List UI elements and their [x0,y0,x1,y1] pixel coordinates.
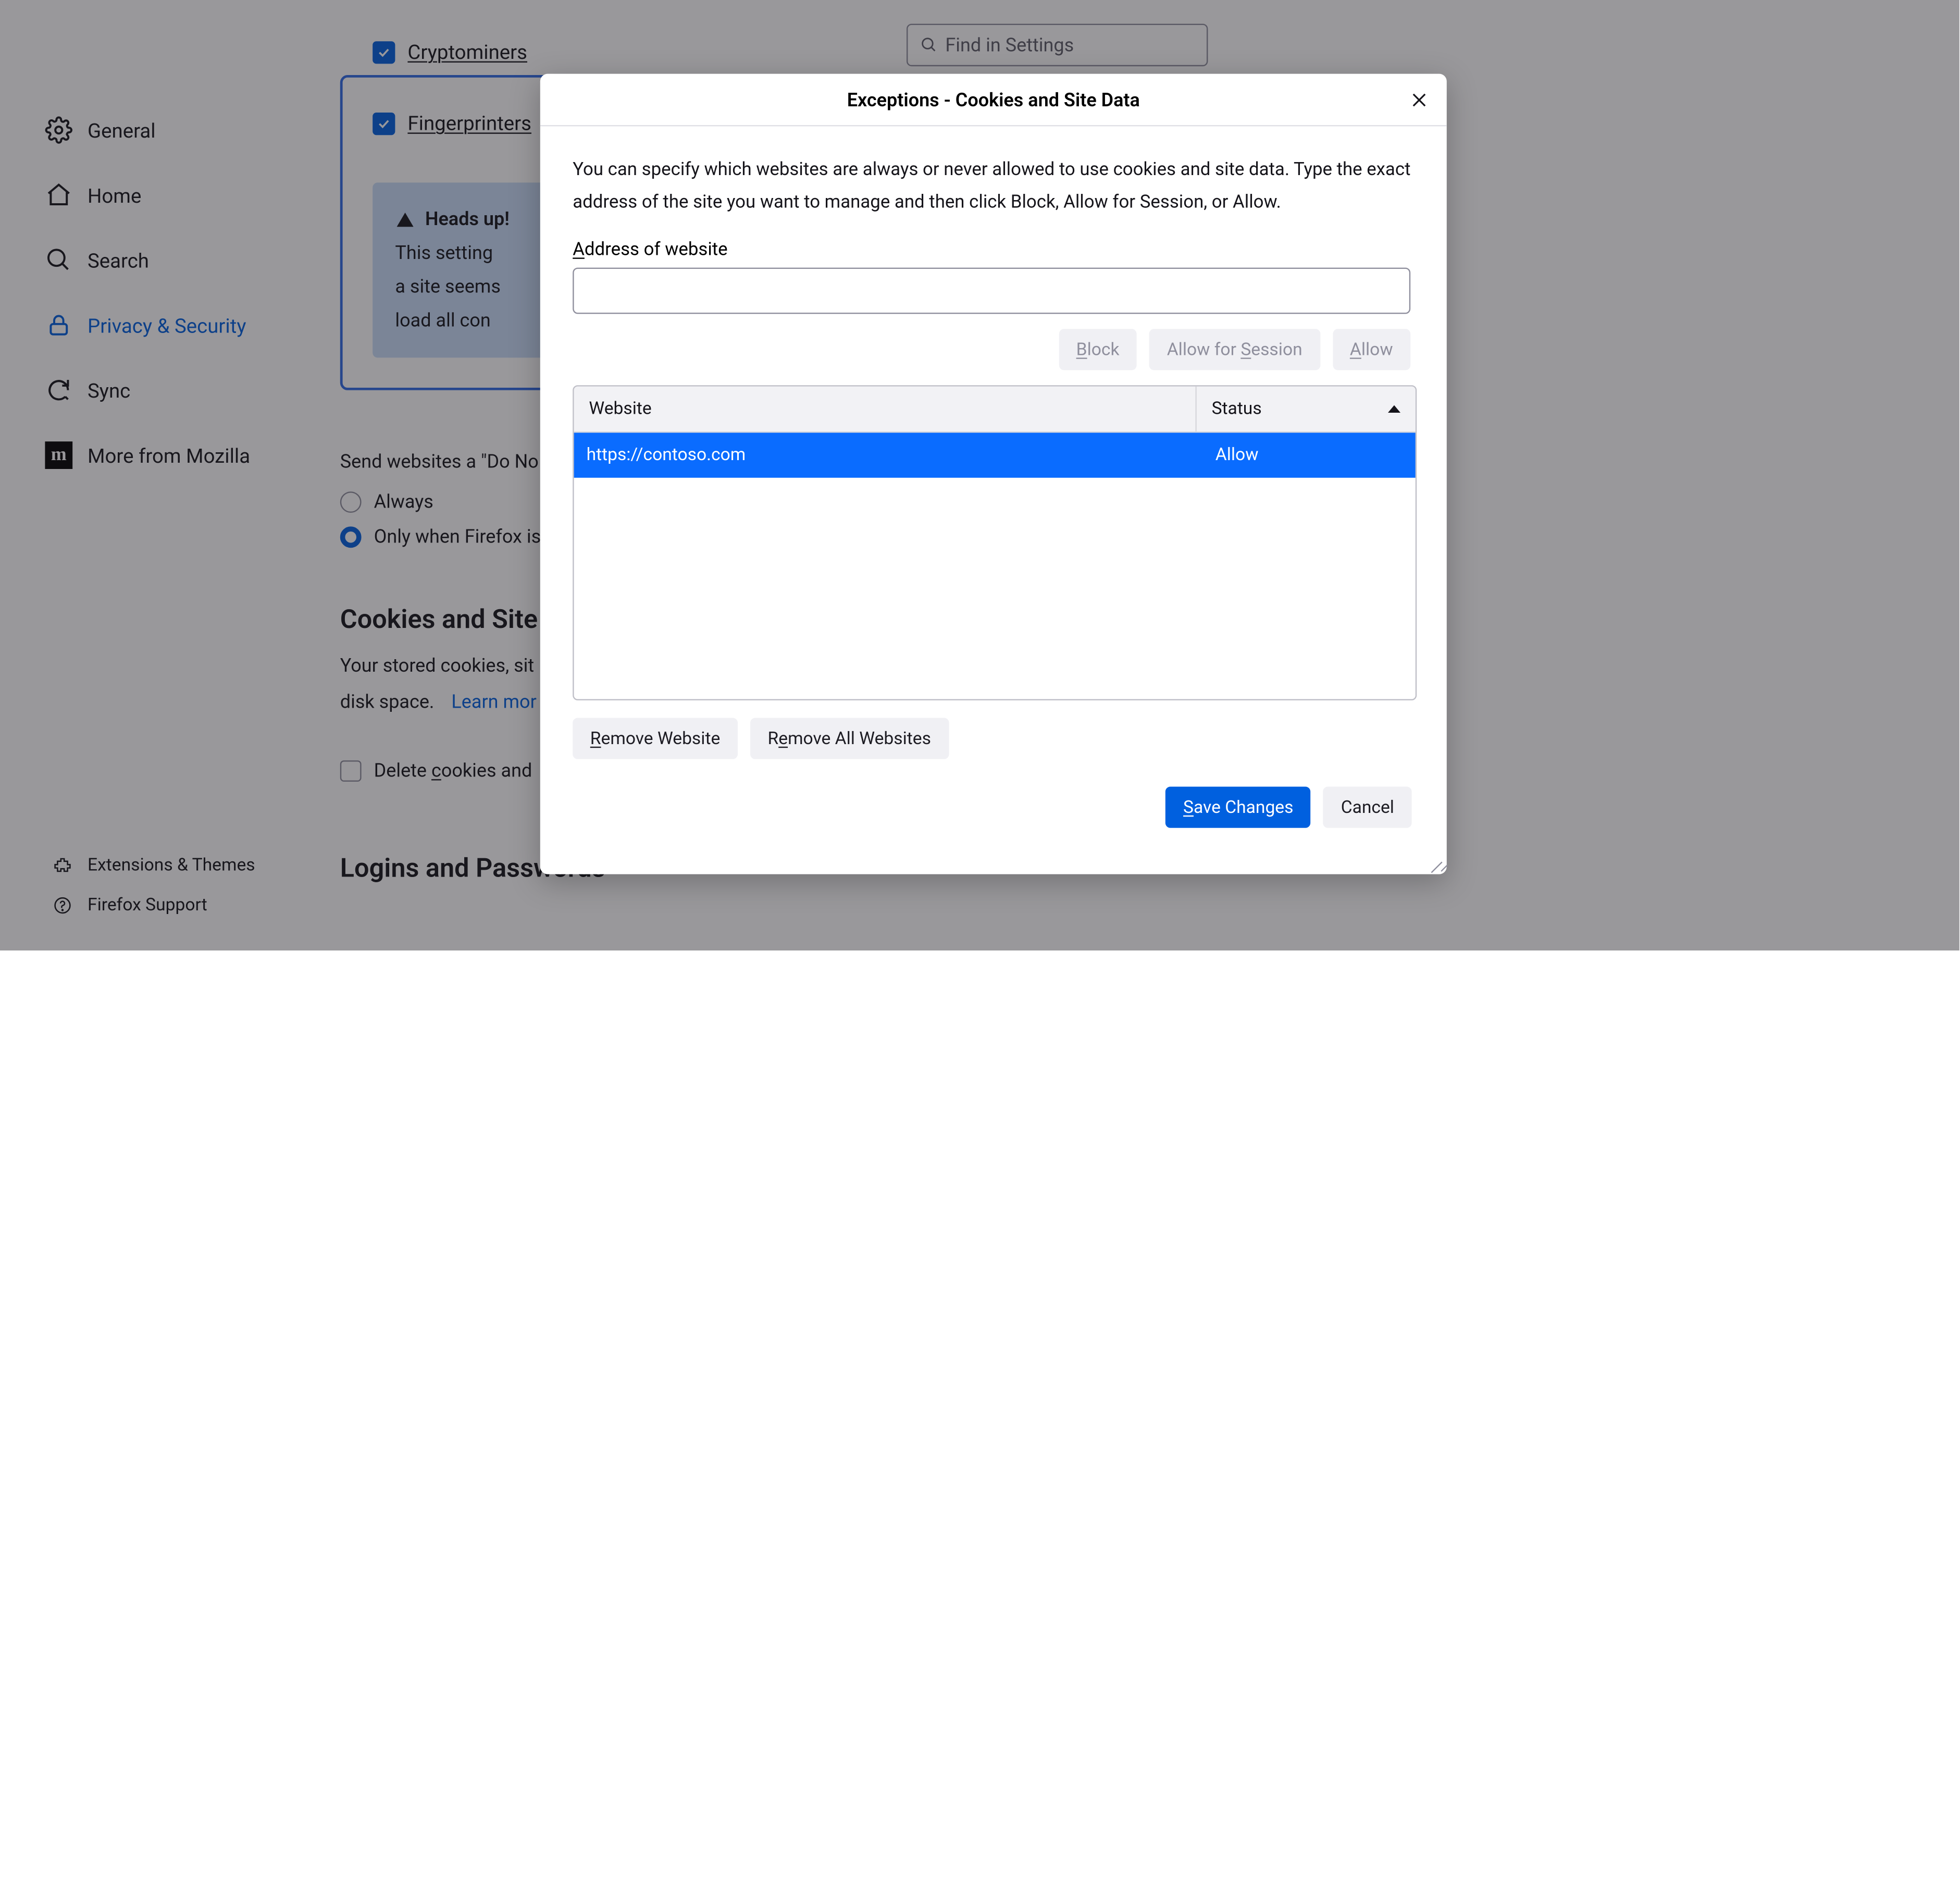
save-changes-button[interactable]: Save Changes [1165,787,1311,828]
allow-session-button[interactable]: Allow for Session [1149,329,1320,370]
allow-button[interactable]: Allow [1332,329,1410,370]
cancel-button[interactable]: Cancel [1323,787,1412,828]
dialog-header: Exceptions - Cookies and Site Data [540,74,1447,127]
dialog-description: You can specify which websites are alway… [573,154,1414,219]
dialog-title: Exceptions - Cookies and Site Data [847,88,1140,110]
row-website: https://contoso.com [574,446,1206,465]
close-button[interactable] [1404,85,1434,115]
address-label: Address of website [573,239,1414,261]
exceptions-table: Website Status https://contoso.com Allow [573,386,1417,701]
table-header: Website Status [574,387,1416,433]
resize-handle[interactable] [1426,854,1444,872]
block-button[interactable]: Block [1059,329,1137,370]
sort-asc-icon [1388,405,1400,413]
exceptions-dialog: Exceptions - Cookies and Site Data You c… [540,74,1447,874]
row-status: Allow [1206,446,1416,465]
col-status[interactable]: Status [1195,387,1415,431]
remove-website-button[interactable]: Remove Website [573,718,738,759]
address-input[interactable] [573,268,1410,314]
col-website[interactable]: Website [574,387,1196,431]
table-row[interactable]: https://contoso.com Allow [574,433,1416,478]
close-icon [1409,90,1429,110]
remove-all-button[interactable]: Remove All Websites [750,718,949,759]
